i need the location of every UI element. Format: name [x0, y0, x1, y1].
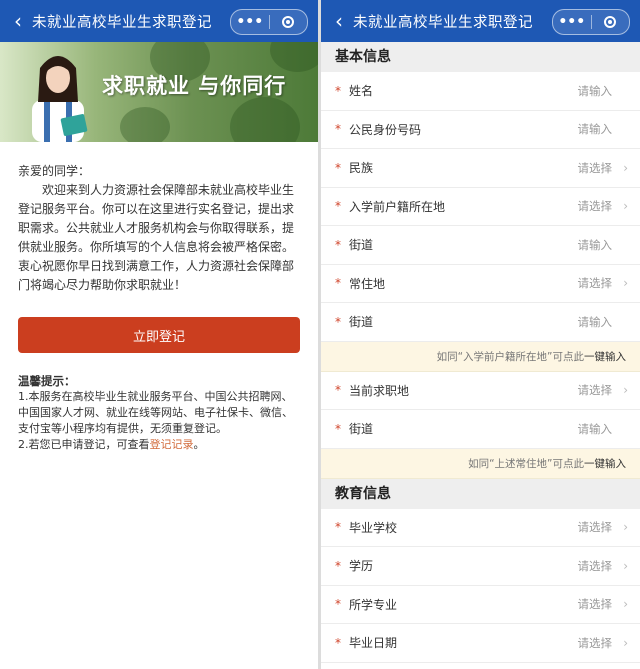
chevron-left-icon[interactable]: ‹ — [325, 0, 353, 42]
form-row[interactable]: * 毕业学校 请选择 › — [321, 509, 640, 547]
more-icon[interactable]: ••• — [231, 11, 269, 33]
field-placeholder[interactable]: 请输入 — [578, 83, 613, 99]
field-label: 入学前户籍所在地 — [349, 199, 446, 214]
field-label: 常住地 — [349, 276, 386, 291]
job-location-fields: * 当前求职地 请选择 › * 街道 请输入 — [321, 372, 640, 449]
field-placeholder[interactable]: 请选择 — [578, 519, 613, 535]
tips: 温馨提示： 1.本服务在高校毕业生就业服务平台、中国公共招聘网、中国国家人才网、… — [0, 353, 318, 453]
field-label: 姓名 — [349, 84, 374, 99]
tips-item-2: 2.若您已申请登记，可查看登记记录。 — [18, 438, 205, 451]
tips-item-1: 1.本服务在高校毕业生就业服务平台、中国公共招聘网、中国国家人才网、就业在线等网… — [18, 390, 293, 435]
field-label: 所学专业 — [349, 597, 398, 612]
screenshot-collage: ‹ 未就业高校毕业生求职登记 ••• 求职就业 与你同行 亲爱的同学： 欢迎来到… — [0, 0, 640, 669]
register-now-button[interactable]: 立即登记 — [18, 317, 300, 353]
form-row[interactable]: * 学历 请选择 › — [321, 547, 640, 586]
target-close-icon[interactable] — [592, 16, 630, 28]
autofill-hint-residence[interactable]: 如同“上述常住地”可点此 一键输入 — [321, 448, 640, 479]
basic-info-fields: * 姓名 请输入 * 公民身份号码 请输入 * 民族 请选择 › * 入学前户籍所在地 请选择 › * 街道请… — [321, 72, 640, 342]
field-label: 当前求职地 — [349, 383, 410, 398]
chevron-right-icon: › — [623, 160, 628, 175]
banner: 求职就业 与你同行 — [0, 42, 318, 142]
field-label: 毕业学校 — [349, 520, 398, 535]
required-star: * — [335, 276, 341, 291]
one-click-fill-link[interactable]: 一键输入 — [584, 456, 626, 471]
chevron-left-icon[interactable]: ‹ — [4, 0, 32, 42]
required-star: * — [335, 237, 341, 252]
greeting: 亲爱的同学： — [18, 164, 91, 178]
chevron-right-icon: › — [623, 558, 628, 573]
field-label: 民族 — [349, 161, 374, 176]
field-label: 街道 — [349, 315, 374, 330]
chevron-right-icon: › — [623, 276, 628, 291]
field-placeholder[interactable]: 请输入 — [578, 314, 613, 330]
field-label: 街道 — [349, 422, 374, 437]
target-close-icon[interactable] — [270, 16, 308, 28]
field-placeholder[interactable]: 请输入 — [578, 237, 613, 253]
chevron-right-icon: › — [623, 383, 628, 398]
autofill-hint-household[interactable]: 如同“入学前户籍所在地”可点此 一键输入 — [321, 341, 640, 372]
nav-bar: ‹ 未就业高校毕业生求职登记 ••• — [321, 0, 640, 42]
form-row[interactable]: * 街道 请输入 — [321, 410, 640, 449]
nav-bar: ‹ 未就业高校毕业生求职登记 ••• — [0, 0, 318, 42]
tips-title: 温馨提示： — [18, 374, 76, 388]
field-placeholder[interactable]: 请选择 — [578, 596, 613, 612]
required-star: * — [335, 160, 341, 175]
registration-record-link[interactable]: 登记记录 — [150, 438, 194, 451]
more-icon[interactable]: ••• — [553, 11, 591, 33]
field-placeholder[interactable]: 请选择 — [578, 160, 613, 176]
miniprogram-capsule: ••• — [552, 9, 630, 35]
nav-title: 未就业高校毕业生求职登记 — [32, 14, 212, 31]
nav-title: 未就业高校毕业生求职登记 — [353, 14, 533, 31]
field-label: 街道 — [349, 238, 374, 253]
education-fields: * 毕业学校 请选择 › * 学历 请选择 › * 所学专业 请选择 › * 毕业日期 请选择 › — [321, 509, 640, 663]
intro-body: 欢迎来到人力资源社会保障部未就业高校毕业生登记服务平台。你可以在这里进行实名登记… — [18, 183, 295, 292]
field-placeholder[interactable]: 请选择 — [578, 275, 613, 291]
field-placeholder[interactable]: 请输入 — [578, 421, 613, 437]
required-star: * — [335, 122, 341, 137]
field-placeholder[interactable]: 请选择 — [578, 198, 613, 214]
field-placeholder[interactable]: 请输入 — [578, 121, 613, 137]
field-label: 公民身份号码 — [349, 122, 422, 137]
field-placeholder[interactable]: 请选择 — [578, 635, 613, 651]
required-star: * — [335, 383, 341, 398]
form-row[interactable]: * 街道 请输入 — [321, 303, 640, 342]
welcome-screen: ‹ 未就业高校毕业生求职登记 ••• 求职就业 与你同行 亲爱的同学： 欢迎来到… — [0, 0, 318, 669]
form-row[interactable]: * 所学专业 请选择 › — [321, 586, 640, 624]
required-star: * — [335, 635, 341, 650]
form-row[interactable]: * 民族 请选择 › — [321, 149, 640, 188]
chevron-right-icon: › — [623, 597, 628, 612]
required-star: * — [335, 520, 341, 535]
form-row[interactable]: * 常住地 请选择 › — [321, 265, 640, 303]
form-row[interactable]: * 毕业日期 请选择 › — [321, 624, 640, 663]
form-row[interactable]: * 入学前户籍所在地 请选择 › — [321, 188, 640, 226]
form-row[interactable]: * 姓名 请输入 — [321, 72, 640, 111]
form-row[interactable]: * 当前求职地 请选择 › — [321, 372, 640, 410]
form-row[interactable]: * 街道 请输入 — [321, 226, 640, 265]
banner-slogan: 求职就业 与你同行 — [102, 74, 287, 98]
chevron-right-icon: › — [623, 635, 628, 650]
required-star: * — [335, 314, 341, 329]
form-row[interactable]: * 公民身份号码 请输入 — [321, 111, 640, 149]
student-girl-illustration — [32, 56, 88, 142]
one-click-fill-link[interactable]: 一键输入 — [584, 349, 626, 364]
intro-text: 亲爱的同学： 欢迎来到人力资源社会保障部未就业高校毕业生登记服务平台。你可以在这… — [0, 142, 318, 295]
required-star: * — [335, 83, 341, 98]
field-label: 毕业日期 — [349, 636, 398, 651]
required-star: * — [335, 597, 341, 612]
field-placeholder[interactable]: 请选择 — [578, 382, 613, 398]
required-star: * — [335, 558, 341, 573]
field-label: 学历 — [349, 559, 374, 574]
chevron-right-icon: › — [623, 520, 628, 535]
section-basic-info: 基本信息 — [321, 42, 640, 72]
chevron-right-icon: › — [623, 199, 628, 214]
miniprogram-capsule: ••• — [230, 9, 308, 35]
required-star: * — [335, 421, 341, 436]
section-education-info: 教育信息 — [321, 478, 640, 509]
required-star: * — [335, 199, 341, 214]
registration-form-screen: ‹ 未就业高校毕业生求职登记 ••• 基本信息 * 姓名 请输入 * 公民身份号码 请输入… — [321, 0, 640, 669]
field-placeholder[interactable]: 请选择 — [578, 558, 613, 574]
